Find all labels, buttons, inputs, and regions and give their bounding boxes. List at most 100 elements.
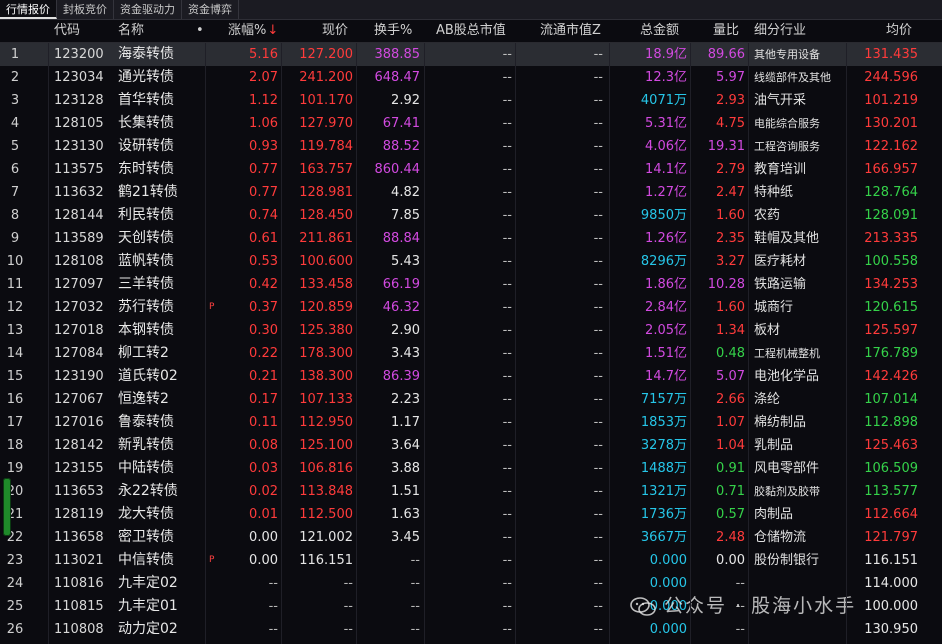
volume-ratio-cell: 89.66: [707, 47, 745, 62]
table-row[interactable]: 20 113653 永22转债 0.02 113.848 1.51 -- -- 1321万 0.7…: [0, 480, 942, 503]
avg-price-cell: 106.509: [864, 461, 918, 476]
quote-table-body: 1 123200 海泰转债 5.16 127.200 388.85 -- -- 18.9亿 89.…: [0, 43, 942, 641]
current-price-cell: --: [343, 599, 353, 614]
industry-cell: 教育培训: [754, 162, 807, 177]
flag-marker-cell: [209, 227, 223, 250]
table-row[interactable]: 18 128142 新乳转债 0.08 125.100 3.64 -- -- 3278万 1.04…: [0, 434, 942, 457]
table-row[interactable]: 13 127018 本钢转债 0.30 125.380 2.90 -- -- 2.05亿 1.34…: [0, 319, 942, 342]
table-row[interactable]: 8 128144 利民转债 0.74 128.450 7.85 -- -- 9850万 1.60 农…: [0, 204, 942, 227]
watermark: 公众号 · 股海小水手: [630, 592, 856, 620]
turnover-rate-cell: 67.41: [382, 116, 420, 131]
ab-market-cap-cell: --: [502, 369, 512, 384]
row-index-cell: 10: [6, 254, 24, 269]
avg-price-cell: 100.558: [864, 254, 918, 269]
bond-code-cell: 110815: [54, 599, 104, 614]
bond-code-cell: 127018: [54, 323, 104, 338]
float-market-cap-cell: --: [593, 116, 603, 131]
tab-quotes[interactable]: 行情报价: [0, 0, 57, 19]
avg-price-cell: 176.789: [864, 346, 918, 361]
volume-ratio-cell: 1.04: [716, 438, 745, 453]
header-volume-ratio[interactable]: 量比: [713, 20, 739, 42]
current-price-cell: 127.970: [299, 116, 353, 131]
avg-price-cell: 213.335: [864, 231, 918, 246]
volume-ratio-cell: 2.66: [716, 392, 745, 407]
bond-name-cell: 道氏转02: [118, 368, 178, 384]
change-pct-cell: --: [268, 576, 278, 591]
bond-code-cell: 113021: [54, 553, 104, 568]
avg-price-cell: 114.000: [864, 576, 918, 591]
current-price-cell: 106.816: [299, 461, 353, 476]
table-row[interactable]: 22 113658 密卫转债 0.00 121.002 3.45 -- -- 3667万 2.48…: [0, 526, 942, 549]
header-turnover[interactable]: 换手%: [374, 20, 412, 42]
scrollbar-thumb[interactable]: [3, 478, 11, 536]
ab-market-cap-cell: --: [502, 93, 512, 108]
row-index-cell: 5: [10, 139, 20, 154]
row-index-cell: 17: [6, 415, 24, 430]
float-market-cap-cell: --: [593, 300, 603, 315]
table-row[interactable]: 17 127016 鲁泰转债 0.11 112.950 1.17 -- -- 1853万 1.07…: [0, 411, 942, 434]
volume-ratio-cell: 1.60: [716, 208, 745, 223]
header-amount[interactable]: 总金额: [640, 20, 679, 42]
bond-code-cell: 123034: [54, 70, 104, 85]
table-row[interactable]: 21 128119 龙大转债 0.01 112.500 1.63 -- -- 1736万 0.57…: [0, 503, 942, 526]
total-amount-cell: 4.06亿: [645, 139, 687, 154]
header-ab-market-cap[interactable]: AB股总市值: [436, 20, 506, 42]
table-row[interactable]: 9 113589 天创转债 0.61 211.861 88.84 -- -- 1.26亿 2.35…: [0, 227, 942, 250]
industry-cell: 股份制银行: [754, 553, 820, 568]
total-amount-cell: 1.51亿: [645, 346, 687, 361]
table-row[interactable]: 7 113632 鹤21转债 0.77 128.981 4.82 -- -- 1.27亿 2.47…: [0, 181, 942, 204]
table-row[interactable]: 23 113021 中信转债 P 0.00 116.151 -- -- -- 0.000 0.00 股…: [0, 549, 942, 572]
avg-price-cell: 142.426: [864, 369, 918, 384]
float-market-cap-cell: --: [593, 254, 603, 269]
header-industry[interactable]: 细分行业: [754, 20, 806, 42]
table-row[interactable]: 14 127084 柳工转2 0.22 178.300 3.43 -- -- 1.51亿 0.48…: [0, 342, 942, 365]
arrow-down-icon: ↓: [267, 23, 279, 38]
ab-market-cap-cell: --: [502, 415, 512, 430]
flag-marker-cell: [209, 135, 223, 158]
industry-cell: 风电零部件: [754, 461, 820, 476]
table-row[interactable]: 5 123130 设研转债 0.93 119.784 88.52 -- -- 4.06亿 19.3…: [0, 135, 942, 158]
tab-capital-game[interactable]: 资金博弈: [182, 0, 239, 19]
bond-name-cell: 动力定02: [118, 621, 178, 637]
header-code[interactable]: 代码: [54, 20, 80, 42]
turnover-rate-cell: 648.47: [374, 70, 421, 85]
table-row[interactable]: 10 128108 蓝帆转债 0.53 100.600 5.43 -- -- 8296万 3.27…: [0, 250, 942, 273]
bond-name-cell: 新乳转债: [118, 437, 174, 453]
row-index-cell: 15: [6, 369, 24, 384]
float-market-cap-cell: --: [593, 484, 603, 499]
header-float-market-cap[interactable]: 流通市值Z: [540, 20, 601, 42]
table-row[interactable]: 12 127032 苏行转债 P 0.37 120.859 46.32 -- -- 2.84亿 1.…: [0, 296, 942, 319]
table-row[interactable]: 26 110808 动力定02 -- -- -- -- -- 0.000 -- 130.950: [0, 618, 942, 641]
table-row[interactable]: 1 123200 海泰转债 5.16 127.200 388.85 -- -- 18.9亿 89.…: [0, 43, 942, 66]
table-row[interactable]: 19 123155 中陆转债 0.03 106.816 3.88 -- -- 1488万 0.91…: [0, 457, 942, 480]
table-row[interactable]: 11 127097 三羊转债 0.42 133.458 66.19 -- -- 1.86亿 10.…: [0, 273, 942, 296]
industry-cell: 城商行: [754, 300, 794, 315]
table-row[interactable]: 2 123034 通光转债 2.07 241.200 648.47 -- -- 12.3亿 5.9…: [0, 66, 942, 89]
volume-ratio-cell: 2.35: [716, 231, 745, 246]
bond-code-cell: 123128: [54, 93, 104, 108]
turnover-rate-cell: 2.92: [391, 93, 420, 108]
table-row[interactable]: 4 128105 长集转债 1.06 127.970 67.41 -- -- 5.31亿 4.75…: [0, 112, 942, 135]
flag-marker-cell: P: [209, 555, 215, 565]
bond-code-cell: 128108: [54, 254, 104, 269]
tab-limit-bidding[interactable]: 封板竞价: [57, 0, 114, 19]
table-row[interactable]: 6 113575 东时转债 0.77 163.757 860.44 -- -- 14.1亿 2.7…: [0, 158, 942, 181]
total-amount-cell: 3278万: [640, 438, 687, 453]
bond-name-cell: 中陆转债: [118, 460, 174, 476]
header-avg-price[interactable]: 均价: [886, 20, 912, 42]
total-amount-cell: 5.31亿: [645, 116, 687, 131]
header-price[interactable]: 现价: [322, 20, 348, 42]
table-row[interactable]: 15 123190 道氏转02 0.21 138.300 86.39 -- -- 14.7亿 5.…: [0, 365, 942, 388]
tab-capital-drive[interactable]: 资金驱动力: [114, 0, 182, 19]
change-pct-cell: 0.74: [249, 208, 278, 223]
change-pct-cell: 0.53: [249, 254, 278, 269]
total-amount-cell: 1.27亿: [645, 185, 687, 200]
turnover-rate-cell: 88.52: [382, 139, 420, 154]
table-row[interactable]: 3 123128 首华转债 1.12 101.170 2.92 -- -- 4071万 2.93 油…: [0, 89, 942, 112]
industry-cell: 仓储物流: [754, 530, 807, 545]
bond-code-cell: 113632: [54, 185, 104, 200]
header-name[interactable]: 名称: [118, 20, 144, 42]
header-change-pct[interactable]: 涨幅%↓: [228, 20, 278, 42]
table-row[interactable]: 16 127067 恒逸转2 0.17 107.133 2.23 -- -- 7157万 2.66…: [0, 388, 942, 411]
ab-market-cap-cell: --: [502, 300, 512, 315]
